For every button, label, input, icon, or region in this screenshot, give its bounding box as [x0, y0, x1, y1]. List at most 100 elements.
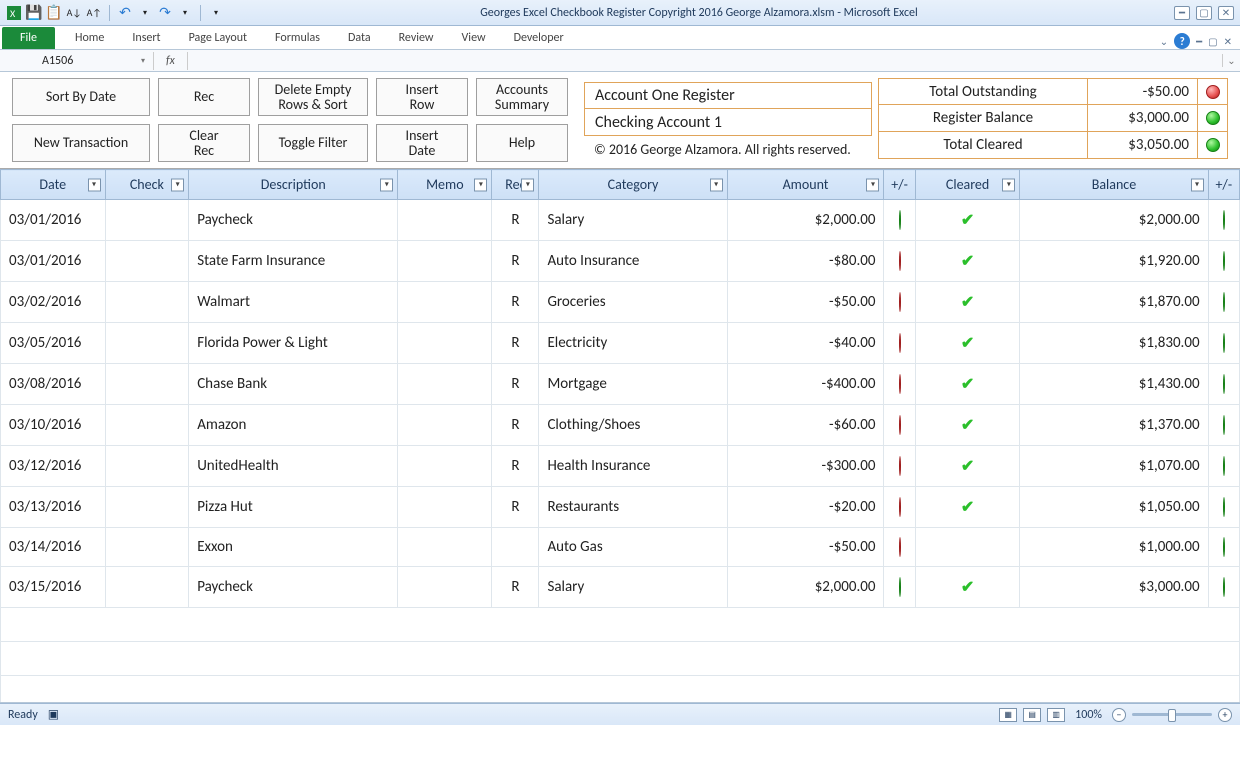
table-row[interactable]: 03/13/2016Pizza HutRRestaurants-$20.00✔$…	[1, 487, 1240, 528]
table-row-empty[interactable]	[1, 676, 1240, 704]
table-row[interactable]: 03/01/2016PaycheckRSalary$2,000.00✔$2,00…	[1, 200, 1240, 241]
filter-dropdown-icon[interactable]: ▾	[88, 178, 101, 191]
cell-amount[interactable]: -$60.00	[727, 405, 884, 446]
table-row[interactable]: 03/01/2016State Farm InsuranceRAuto Insu…	[1, 241, 1240, 282]
zoom-slider[interactable]	[1132, 713, 1212, 716]
table-row[interactable]: 03/14/2016ExxonAuto Gas-$50.00$1,000.00	[1, 528, 1240, 567]
cell-description[interactable]: Paycheck	[189, 200, 398, 241]
cell-check[interactable]	[105, 364, 189, 405]
cell-category[interactable]: Salary	[539, 200, 727, 241]
cell-cleared[interactable]: ✔	[915, 364, 1020, 405]
help-icon[interactable]: ?	[1174, 33, 1190, 49]
ribbon-tab-insert[interactable]: Insert	[118, 27, 174, 49]
cell-amount[interactable]: -$20.00	[727, 487, 884, 528]
table-row[interactable]: 03/12/2016UnitedHealthRHealth Insurance-…	[1, 446, 1240, 487]
column-header-check[interactable]: Check▾	[105, 170, 189, 200]
column-header-amount[interactable]: Amount▾	[727, 170, 884, 200]
cell-description[interactable]: Amazon	[189, 405, 398, 446]
cell-amount[interactable]: $2,000.00	[727, 200, 884, 241]
undo-dropdown-icon[interactable]: ▾	[137, 5, 153, 21]
redo-icon[interactable]: ↷	[157, 5, 173, 21]
cell-rec[interactable]: R	[492, 405, 539, 446]
cell-balance[interactable]: $2,000.00	[1020, 200, 1208, 241]
cell-description[interactable]: Pizza Hut	[189, 487, 398, 528]
cell-date[interactable]: 03/15/2016	[1, 567, 106, 608]
cell-amount[interactable]: -$50.00	[727, 528, 884, 567]
cell-balance[interactable]: $1,870.00	[1020, 282, 1208, 323]
customize-qat-icon[interactable]: ▾	[208, 5, 224, 21]
cell-description[interactable]: Florida Power & Light	[189, 323, 398, 364]
cell-check[interactable]	[105, 241, 189, 282]
cell-balance[interactable]: $1,070.00	[1020, 446, 1208, 487]
register-grid[interactable]: Date▾Check▾Description▾Memo▾Rec▾Category…	[0, 169, 1240, 703]
cell-category[interactable]: Electricity	[539, 323, 727, 364]
new-transaction-button[interactable]: New Transaction	[12, 124, 150, 162]
normal-view-button[interactable]: ▦	[999, 708, 1017, 722]
cell-check[interactable]	[105, 323, 189, 364]
filter-dropdown-icon[interactable]: ▾	[1191, 178, 1204, 191]
table-row[interactable]: 03/05/2016 Florida Power & Light RElectric…	[1, 323, 1240, 364]
ribbon-tab-developer[interactable]: Developer	[500, 27, 578, 49]
filter-dropdown-icon[interactable]: ▾	[380, 178, 393, 191]
paste-icon[interactable]: 📋	[46, 5, 62, 21]
cell-memo[interactable]	[398, 567, 492, 608]
table-row-empty[interactable]	[1, 608, 1240, 642]
cell-balance[interactable]: $1,830.00	[1020, 323, 1208, 364]
file-tab[interactable]: File	[2, 27, 55, 49]
fx-icon[interactable]: fx	[154, 52, 188, 70]
cell-cleared[interactable]: ✔	[915, 200, 1020, 241]
empty-cell[interactable]	[1, 608, 1240, 642]
cell-date[interactable]: 03/01/2016	[1, 241, 106, 282]
cell-cleared[interactable]: ✔	[915, 567, 1020, 608]
cell-description[interactable]: UnitedHealth	[189, 446, 398, 487]
macro-record-icon[interactable]: ▣	[48, 707, 59, 722]
cell-category[interactable]: Clothing/Shoes	[539, 405, 727, 446]
toggle-filter-button[interactable]: Toggle Filter	[258, 124, 368, 162]
cell-memo[interactable]	[398, 282, 492, 323]
cell-balance[interactable]: $1,370.00	[1020, 405, 1208, 446]
cell-memo[interactable]	[398, 446, 492, 487]
filter-dropdown-icon[interactable]: ▾	[710, 178, 723, 191]
cell-category[interactable]: Auto Gas	[539, 528, 727, 567]
ribbon-tab-home[interactable]: Home	[61, 27, 118, 49]
close-button[interactable]: ✕	[1218, 6, 1234, 20]
column-header-memo[interactable]: Memo▾	[398, 170, 492, 200]
cell-cleared[interactable]: ✔	[915, 282, 1020, 323]
cell-category[interactable]: Health Insurance	[539, 446, 727, 487]
sort-by-date-button[interactable]: Sort By Date	[12, 78, 150, 116]
cell-rec[interactable]: R	[492, 364, 539, 405]
cell-rec[interactable]: R	[492, 282, 539, 323]
workbook-minimize-icon[interactable]: ━	[1196, 35, 1202, 48]
empty-cell[interactable]	[1, 676, 1240, 704]
cell-category[interactable]: Auto Insurance	[539, 241, 727, 282]
redo-dropdown-icon[interactable]: ▾	[177, 5, 193, 21]
cell-memo[interactable]	[398, 528, 492, 567]
cell-rec[interactable]: R	[492, 323, 539, 364]
table-row[interactable]: 03/15/2016PaycheckRSalary$2,000.00✔$3,00…	[1, 567, 1240, 608]
accounts-summary-button[interactable]: Accounts Summary	[476, 78, 568, 116]
cell-date[interactable]: 03/12/2016	[1, 446, 106, 487]
cell-check[interactable]	[105, 487, 189, 528]
cell-amount[interactable]: -$40.00	[727, 323, 884, 364]
page-break-view-button[interactable]: ▥	[1047, 708, 1065, 722]
cell-cleared[interactable]: ✔	[915, 323, 1020, 364]
filter-dropdown-icon[interactable]: ▾	[521, 178, 534, 191]
zoom-out-button[interactable]: −	[1112, 708, 1126, 722]
zoom-in-button[interactable]: +	[1218, 708, 1232, 722]
cell-balance[interactable]: $3,000.00	[1020, 567, 1208, 608]
column-header-description[interactable]: Description▾	[189, 170, 398, 200]
rec-button[interactable]: Rec	[158, 78, 250, 116]
cell-cleared[interactable]: ✔	[915, 405, 1020, 446]
cell-memo[interactable]	[398, 323, 492, 364]
cell-date[interactable]: 03/05/2016	[1, 323, 106, 364]
cell-category[interactable]: Groceries	[539, 282, 727, 323]
cell-cleared[interactable]	[915, 528, 1020, 567]
cell-category[interactable]: Mortgage	[539, 364, 727, 405]
cell-date[interactable]: 03/13/2016	[1, 487, 106, 528]
cell-rec[interactable]: R	[492, 487, 539, 528]
cell-description[interactable]: Paycheck	[189, 567, 398, 608]
cell-date[interactable]: 03/02/2016	[1, 282, 106, 323]
workbook-close-icon[interactable]: ✕	[1224, 35, 1232, 48]
column-header-cleared[interactable]: Cleared▾	[915, 170, 1020, 200]
cell-rec[interactable]: R	[492, 241, 539, 282]
